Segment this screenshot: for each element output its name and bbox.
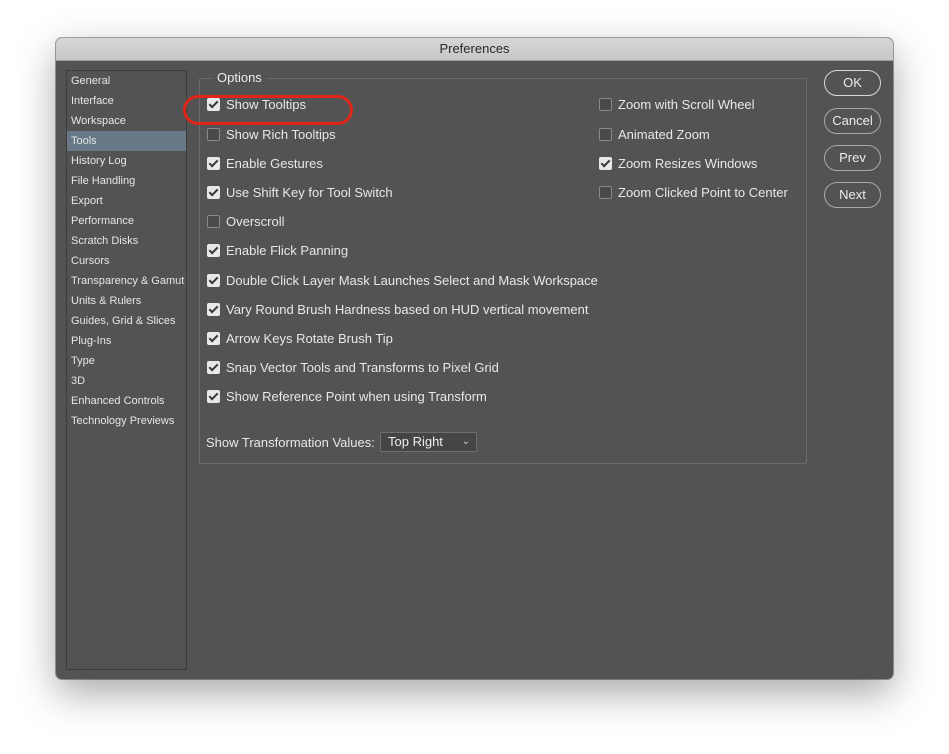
- layer-mask-select-mask-option[interactable]: Double Click Layer Mask Launches Select …: [207, 272, 598, 288]
- arrow-keys-rotate-checkbox[interactable]: [207, 331, 220, 345]
- arrow-keys-rotate-option[interactable]: Arrow Keys Rotate Brush Tip: [207, 330, 393, 346]
- shift-key-tool-switch-option[interactable]: Use Shift Key for Tool Switch: [207, 184, 393, 200]
- zoom-resizes-windows-checkbox[interactable]: [599, 156, 612, 170]
- sidebar-item-technology-previews[interactable]: Technology Previews: [67, 411, 186, 431]
- show-rich-tooltips-label: Show Rich Tooltips: [226, 126, 336, 142]
- sidebar-item-file-handling[interactable]: File Handling: [67, 171, 186, 191]
- sidebar-item-export[interactable]: Export: [67, 191, 186, 211]
- sidebar-item-3d[interactable]: 3D: [67, 371, 186, 391]
- zoom-clicked-point-checkbox[interactable]: [599, 185, 612, 199]
- reference-point-label: Show Reference Point when using Transfor…: [226, 388, 487, 404]
- sidebar-item-interface[interactable]: Interface: [67, 91, 186, 111]
- flick-panning-label: Enable Flick Panning: [226, 242, 349, 258]
- prev-button[interactable]: Prev: [824, 145, 881, 171]
- sidebar-item-guides-grid-slices[interactable]: Guides, Grid & Slices: [67, 311, 186, 331]
- zoom-clicked-point-label: Zoom Clicked Point to Center: [618, 184, 788, 200]
- zoom-scroll-wheel-label: Zoom with Scroll Wheel: [618, 96, 755, 112]
- snap-vector-tools-option[interactable]: Snap Vector Tools and Transforms to Pixe…: [207, 359, 499, 375]
- zoom-clicked-point-option[interactable]: Zoom Clicked Point to Center: [599, 184, 788, 200]
- sidebar-item-history-log[interactable]: History Log: [67, 151, 186, 171]
- sidebar-item-scratch-disks[interactable]: Scratch Disks: [67, 231, 186, 251]
- sidebar-item-transparency-gamut[interactable]: Transparency & Gamut: [67, 271, 186, 291]
- brush-hardness-hud-option[interactable]: Vary Round Brush Hardness based on HUD v…: [207, 301, 588, 317]
- shift-key-tool-switch-label: Use Shift Key for Tool Switch: [226, 184, 393, 200]
- show-rich-tooltips-checkbox[interactable]: [207, 127, 220, 141]
- zoom-scroll-wheel-option[interactable]: Zoom with Scroll Wheel: [599, 96, 755, 112]
- flick-panning-checkbox[interactable]: [207, 243, 220, 257]
- transformation-values-value: Top Right: [388, 434, 443, 449]
- flick-panning-option[interactable]: Enable Flick Panning: [207, 242, 348, 258]
- window-title: Preferences: [56, 38, 893, 61]
- transformation-values-label: Show Transformation Values:: [206, 435, 375, 450]
- sidebar: General Interface Workspace Tools Histor…: [66, 70, 187, 670]
- chevron-down-icon: ⌄: [461, 436, 470, 447]
- cancel-button[interactable]: Cancel: [824, 108, 881, 134]
- sidebar-item-general[interactable]: General: [67, 71, 186, 91]
- sidebar-item-units-rulers[interactable]: Units & Rulers: [67, 291, 186, 311]
- snap-vector-tools-checkbox[interactable]: [207, 360, 220, 374]
- overscroll-option[interactable]: Overscroll: [207, 213, 285, 229]
- brush-hardness-hud-label: Vary Round Brush Hardness based on HUD v…: [226, 301, 589, 317]
- options-group-label: Options: [212, 70, 267, 85]
- zoom-scroll-wheel-checkbox[interactable]: [599, 97, 612, 111]
- sidebar-item-tools[interactable]: Tools: [67, 131, 186, 151]
- overscroll-checkbox[interactable]: [207, 214, 220, 228]
- ok-button[interactable]: OK: [824, 70, 881, 96]
- brush-hardness-hud-checkbox[interactable]: [207, 302, 220, 316]
- reference-point-option[interactable]: Show Reference Point when using Transfor…: [207, 388, 487, 404]
- snap-vector-tools-label: Snap Vector Tools and Transforms to Pixe…: [226, 359, 499, 375]
- sidebar-item-type[interactable]: Type: [67, 351, 186, 371]
- sidebar-item-plug-ins[interactable]: Plug-Ins: [67, 331, 186, 351]
- show-rich-tooltips-option[interactable]: Show Rich Tooltips: [207, 126, 336, 142]
- animated-zoom-label: Animated Zoom: [618, 126, 710, 142]
- zoom-resizes-windows-option[interactable]: Zoom Resizes Windows: [599, 155, 757, 171]
- reference-point-checkbox[interactable]: [207, 389, 220, 403]
- enable-gestures-option[interactable]: Enable Gestures: [207, 155, 323, 171]
- sidebar-item-workspace[interactable]: Workspace: [67, 111, 186, 131]
- sidebar-item-performance[interactable]: Performance: [67, 211, 186, 231]
- animated-zoom-option[interactable]: Animated Zoom: [599, 126, 710, 142]
- enable-gestures-checkbox[interactable]: [207, 156, 220, 170]
- sidebar-item-enhanced-controls[interactable]: Enhanced Controls: [67, 391, 186, 411]
- animated-zoom-checkbox[interactable]: [599, 127, 612, 141]
- transformation-values-select[interactable]: Top Right ⌄: [380, 432, 477, 452]
- highlight-ring: [183, 95, 353, 125]
- arrow-keys-rotate-label: Arrow Keys Rotate Brush Tip: [226, 330, 393, 346]
- zoom-resizes-windows-label: Zoom Resizes Windows: [618, 155, 758, 171]
- preferences-dialog: Preferences General Interface Workspace …: [56, 38, 893, 679]
- enable-gestures-label: Enable Gestures: [226, 155, 323, 171]
- shift-key-tool-switch-checkbox[interactable]: [207, 185, 220, 199]
- overscroll-label: Overscroll: [226, 213, 285, 229]
- layer-mask-select-mask-checkbox[interactable]: [207, 273, 220, 287]
- options-group: Options Show Tooltips Show Rich Tooltips…: [183, 70, 807, 464]
- next-button[interactable]: Next: [824, 182, 881, 208]
- layer-mask-select-mask-label: Double Click Layer Mask Launches Select …: [226, 272, 598, 288]
- sidebar-item-cursors[interactable]: Cursors: [67, 251, 186, 271]
